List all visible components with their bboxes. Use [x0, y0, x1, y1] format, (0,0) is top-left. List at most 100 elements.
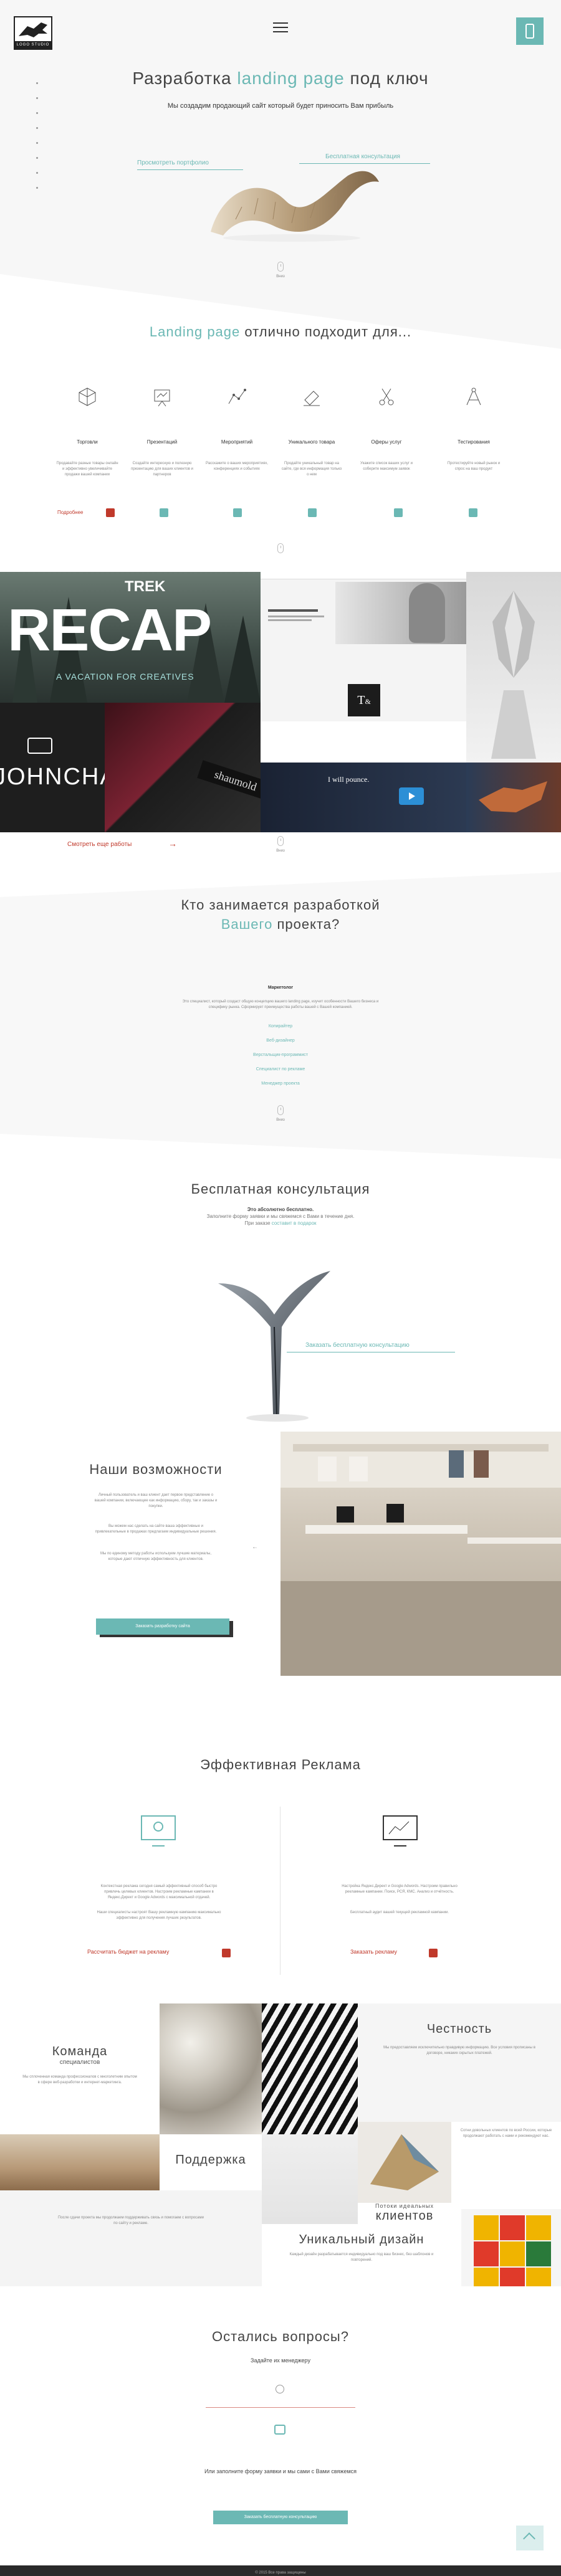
portfolio-tile[interactable]: JOHNCHAR: [0, 703, 105, 832]
hamburger-icon: [273, 22, 288, 32]
chat-teal-icon[interactable]: [274, 2425, 285, 2435]
play-icon: [409, 792, 415, 800]
compass-icon: [466, 387, 481, 406]
clients-title-line2: клиентов: [375, 2209, 434, 2223]
consult-link[interactable]: Бесплатная консультация: [325, 153, 400, 160]
origami-image: [358, 2122, 451, 2203]
role-tab[interactable]: Копирайтер: [0, 1024, 561, 1029]
portfolio-tile[interactable]: T&: [261, 572, 466, 763]
phone-icon: [525, 24, 534, 39]
order-ads-link[interactable]: Заказать рекламу: [350, 1949, 397, 1955]
chat-red-icon[interactable]: [106, 508, 115, 517]
cube-icon: [79, 387, 96, 406]
ads-left-text: Контекстная реклама сегодня самый эффект…: [100, 1884, 218, 1899]
logo-eagle-icon: [19, 22, 47, 37]
chat-teal-icon[interactable]: [469, 508, 477, 517]
scroll-down-icon[interactable]: [277, 836, 284, 846]
fit-item: Презентаций Создайте интересную и полезн…: [131, 386, 193, 478]
fit-item-text: Создайте интересную и полезную презентац…: [131, 462, 193, 477]
team-title: Команда: [52, 2045, 108, 2058]
fit-title-highlight: Landing page: [149, 324, 241, 340]
role-tab[interactable]: Верстальщик-программист: [0, 1053, 561, 1057]
fit-item-title: Оферы услуг: [371, 439, 402, 445]
chat-red-icon[interactable]: [429, 1949, 438, 1957]
stripes-image: [262, 2003, 358, 2134]
portfolio-tile[interactable]: [466, 763, 561, 832]
who-title-line1: Кто занимается разработкой: [181, 897, 380, 913]
chat-red-icon[interactable]: [222, 1949, 231, 1957]
design-title: Уникальный дизайн: [299, 2233, 424, 2246]
nav-dot[interactable]: [36, 142, 38, 144]
caps-paragraph: Вы можем нас сделать на сайте ваша эффек…: [95, 1524, 217, 1534]
fit-item-title: Уникального товара: [288, 439, 335, 445]
page: LOGO STUDIO Разработка landing page под …: [0, 0, 561, 2576]
order-consult-button[interactable]: Заказать бесплатную консультацию: [213, 2511, 348, 2524]
chat-teal-icon[interactable]: [394, 508, 403, 517]
chat-teal-icon[interactable]: [233, 508, 242, 517]
office-image: [280, 1432, 561, 1676]
chat-teal-icon[interactable]: [160, 508, 168, 517]
scroll-top-button[interactable]: [516, 2526, 544, 2550]
nav-dot[interactable]: [36, 187, 38, 189]
nav-dot[interactable]: [36, 157, 38, 159]
budget-link[interactable]: Рассчитать бюджет на рекламу: [87, 1949, 169, 1955]
order-site-button[interactable]: Заказать разработку сайта: [96, 1618, 229, 1635]
design-text: Каждый дизайн разрабатывается индивидуал…: [289, 2253, 434, 2262]
fit-item: Уникального товара Продайте уникальный т…: [280, 386, 343, 478]
recap-subtitle: A VACATION FOR CREATIVES: [56, 672, 194, 682]
graph-icon: [228, 389, 246, 404]
fit-item-text: Продайте уникальный товар на сайте, где …: [281, 462, 342, 477]
caps-arrow-icon[interactable]: ←: [252, 1544, 258, 1551]
nav-dot[interactable]: [36, 127, 38, 129]
logo[interactable]: LOGO STUDIO: [14, 16, 52, 50]
design-block: Уникальный дизайн Каждый дизайн разрабат…: [262, 2224, 461, 2286]
consult-line3-link[interactable]: составит в подарок: [272, 1220, 317, 1226]
scroll-label: Вниз: [276, 849, 285, 853]
who-tab-active[interactable]: Маркетолог: [0, 986, 561, 990]
consult-line1: Это абсолютно бесплатно.: [247, 1207, 314, 1212]
who-title-highlight: Вашего: [221, 916, 273, 932]
nav-dot[interactable]: [36, 172, 38, 174]
honesty-text: Мы предоставляем исключительно правдивую…: [383, 2046, 535, 2055]
consult-line2: Заполните форму заявки и мы свяжемся с В…: [206, 1214, 355, 1220]
nav-dot[interactable]: [36, 112, 38, 114]
footer-copyright: © 2015 Все права защищены: [255, 2571, 306, 2575]
portfolio-tile[interactable]: shaumold: [105, 703, 261, 832]
arrow-right-icon[interactable]: →: [168, 839, 177, 848]
who-roles: Копирайтер Веб-дизайнер Верстальщик-прог…: [0, 1024, 561, 1086]
portfolio-tile[interactable]: TREK RECAP A VACATION FOR CREATIVES: [0, 572, 261, 703]
eraser-icon: [304, 391, 320, 406]
rubik-image: [461, 2209, 561, 2286]
hero-title-part1: Разработка: [132, 69, 232, 88]
hero-title: Разработка landing page под ключ: [0, 69, 561, 88]
who-title-rest: проекта?: [277, 916, 340, 932]
free-consult-link[interactable]: Заказать бесплатную консультацию: [305, 1342, 410, 1349]
clients-text: Сотни довольных клиентов по всей России,…: [460, 2129, 552, 2138]
hero-title-part2: под ключ: [350, 69, 429, 88]
scroll-down-icon[interactable]: [277, 543, 284, 553]
fit-item-title: Презентаций: [146, 439, 178, 445]
play-button[interactable]: [399, 787, 424, 805]
hero-subtitle: Мы создадим продающий сайт который будет…: [167, 102, 394, 110]
contact-line: [206, 2407, 355, 2408]
scroll-down-icon[interactable]: [277, 262, 284, 272]
fit-more-link[interactable]: Подробнее: [57, 510, 84, 515]
role-tab[interactable]: Веб-дизайнер: [0, 1038, 561, 1043]
portfolio-more-link[interactable]: Смотреть еще работы: [67, 841, 132, 848]
fit-item-title: Тестирования: [458, 439, 490, 445]
role-tab[interactable]: Специалист по рекламе: [0, 1067, 561, 1072]
recap-title: RECAP: [7, 597, 212, 663]
scroll-down-icon[interactable]: [277, 1105, 284, 1115]
phone-button[interactable]: [516, 17, 544, 45]
chat-teal-icon[interactable]: [308, 508, 317, 517]
menu-button[interactable]: [273, 22, 288, 35]
portfolio-tile[interactable]: [466, 572, 561, 763]
role-tab[interactable]: Менеджер проекта: [0, 1081, 561, 1086]
nav-dot[interactable]: [36, 97, 38, 99]
honesty-title: Честность: [426, 2022, 492, 2036]
fit-item-title: Мероприятий: [221, 439, 253, 445]
portfolio-tile[interactable]: I will pounce.: [261, 763, 466, 832]
support-text: После сдачи проекта мы продолжаем поддер…: [58, 2216, 204, 2225]
scissors-icon: [379, 388, 394, 406]
recap-small-title: TREK: [125, 578, 166, 595]
